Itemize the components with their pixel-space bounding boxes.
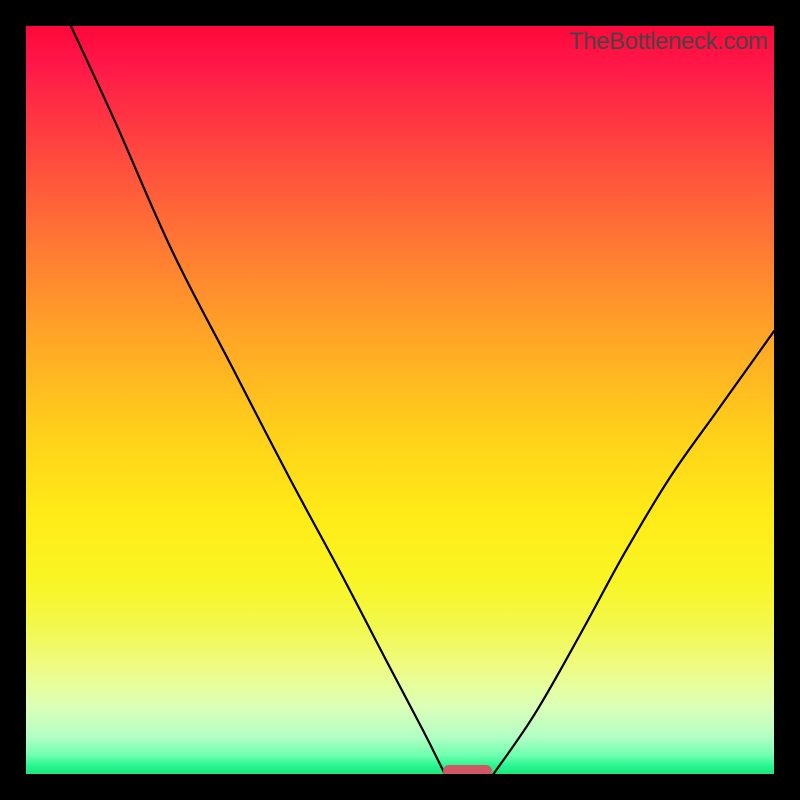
curve-right-path xyxy=(494,331,775,774)
gradient-plot-area: TheBottleneck.com xyxy=(26,26,774,774)
watermark-text: TheBottleneck.com xyxy=(569,28,768,56)
optimal-marker xyxy=(443,765,492,774)
outer-frame: TheBottleneck.com xyxy=(0,0,800,800)
curve-line-icon xyxy=(26,26,774,774)
curve-left-path xyxy=(71,26,445,774)
